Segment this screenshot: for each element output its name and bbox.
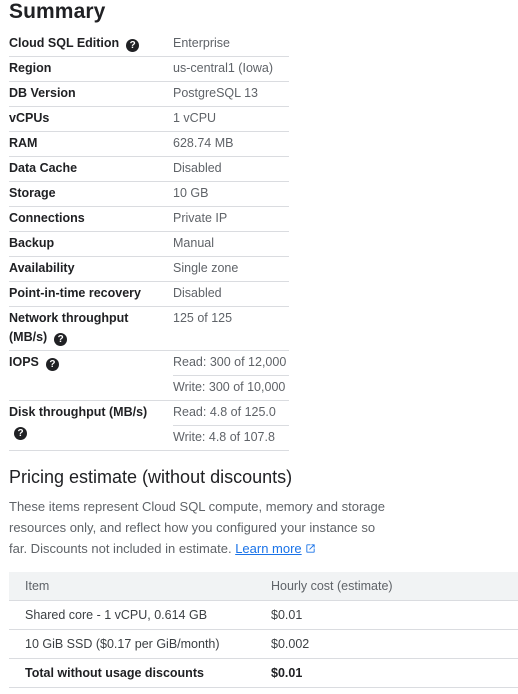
summary-title: Summary (9, 0, 106, 23)
data-cache-value: Disabled (173, 161, 222, 175)
item-cell: 10 GiB SSD ($0.17 per GiB/month) (9, 629, 255, 659)
summary-row-availability: Availability Single zone (9, 257, 289, 282)
iops-label: IOPS (9, 355, 39, 369)
summary-row-storage: Storage 10 GB (9, 182, 289, 207)
summary-row-backup: Backup Manual (9, 232, 289, 257)
pricing-table: Item Hourly cost (estimate) Shared core … (9, 572, 518, 688)
storage-label: Storage (9, 186, 56, 200)
disk-throughput-label: Disk throughput (MB/s) (9, 405, 148, 419)
summary-row-iops: IOPS? Read: 300 of 12,000 Write: 300 of … (9, 351, 289, 401)
summary-row-db-version: DB Version PostgreSQL 13 (9, 82, 289, 107)
connections-value: Private IP (173, 211, 228, 225)
learn-more-text: Learn more (235, 541, 302, 556)
item-cell: Shared core - 1 vCPU, 0.614 GB (9, 600, 255, 630)
availability-value: Single zone (173, 261, 239, 275)
help-icon[interactable]: ? (14, 427, 27, 440)
summary-row-region: Region us-central1 (Iowa) (9, 57, 289, 82)
region-value: us-central1 (Iowa) (173, 61, 274, 75)
vcpus-value: 1 vCPU (173, 111, 217, 125)
disk-write-value: Write: 4.8 of 107.8 (173, 430, 275, 444)
db-version-label: DB Version (9, 86, 76, 100)
help-icon[interactable]: ? (126, 39, 140, 52)
item-column-header: Item (9, 572, 255, 601)
vcpus-label: vCPUs (9, 111, 50, 125)
ram-value: 628.74 MB (173, 136, 234, 150)
storage-value: 10 GB (173, 186, 209, 200)
total-cost-cell: $0.01 (255, 658, 518, 688)
connections-label: Connections (9, 211, 85, 225)
backup-value: Manual (173, 236, 214, 250)
pricing-header-row: Item Hourly cost (estimate) (9, 572, 518, 601)
disk-read-value: Read: 4.8 of 125.0 (173, 401, 289, 426)
summary-row-network-throughput: Network throughput (MB/s)? 125 of 125 (9, 307, 289, 351)
open-in-new-icon[interactable] (305, 543, 316, 554)
cost-column-header: Hourly cost (estimate) (255, 572, 518, 601)
cost-cell: $0.01 (255, 600, 518, 630)
total-row: Total without usage discounts $0.01 (9, 658, 518, 688)
summary-row-disk-throughput: Disk throughput (MB/s)? Read: 4.8 of 125… (9, 401, 289, 451)
availability-label: Availability (9, 261, 75, 275)
data-cache-label: Data Cache (9, 161, 78, 175)
iops-write-value: Write: 300 of 10,000 (173, 380, 286, 394)
pricing-title: Pricing estimate (without discounts) (9, 467, 293, 487)
pricing-description-text: These items represent Cloud SQL compute,… (9, 499, 385, 556)
help-icon[interactable]: ? (45, 358, 59, 371)
table-row: 10 GiB SSD ($0.17 per GiB/month) $0.002 (9, 629, 518, 659)
db-version-value: PostgreSQL 13 (173, 86, 259, 100)
table-row: Shared core - 1 vCPU, 0.614 GB $0.01 (9, 600, 518, 630)
cost-cell: $0.002 (255, 629, 518, 659)
summary-row-edition: Cloud SQL Edition? Enterprise (9, 32, 289, 57)
summary-row-pitr: Point-in-time recovery Disabled (9, 282, 289, 307)
total-item-cell: Total without usage discounts (9, 658, 255, 688)
edition-label: Cloud SQL Edition (9, 36, 120, 50)
ram-label: RAM (9, 136, 38, 150)
pitr-label: Point-in-time recovery (9, 286, 141, 300)
learn-more-link[interactable]: Learn more (235, 541, 301, 556)
iops-read-value: Read: 300 of 12,000 (173, 351, 289, 376)
summary-table: Cloud SQL Edition? Enterprise Region us-… (9, 32, 289, 451)
network-throughput-label: Network throughput (MB/s) (9, 311, 129, 344)
summary-row-connections: Connections Private IP (9, 207, 289, 232)
pricing-description: These items represent Cloud SQL compute,… (9, 496, 389, 559)
network-throughput-value: 125 of 125 (173, 311, 233, 325)
summary-row-data-cache: Data Cache Disabled (9, 157, 289, 182)
help-icon[interactable]: ? (54, 333, 68, 346)
region-label: Region (9, 61, 52, 75)
summary-row-ram: RAM 628.74 MB (9, 132, 289, 157)
pitr-value: Disabled (173, 286, 222, 300)
summary-row-vcpus: vCPUs 1 vCPU (9, 107, 289, 132)
edition-value: Enterprise (173, 36, 230, 50)
backup-label: Backup (9, 236, 55, 250)
